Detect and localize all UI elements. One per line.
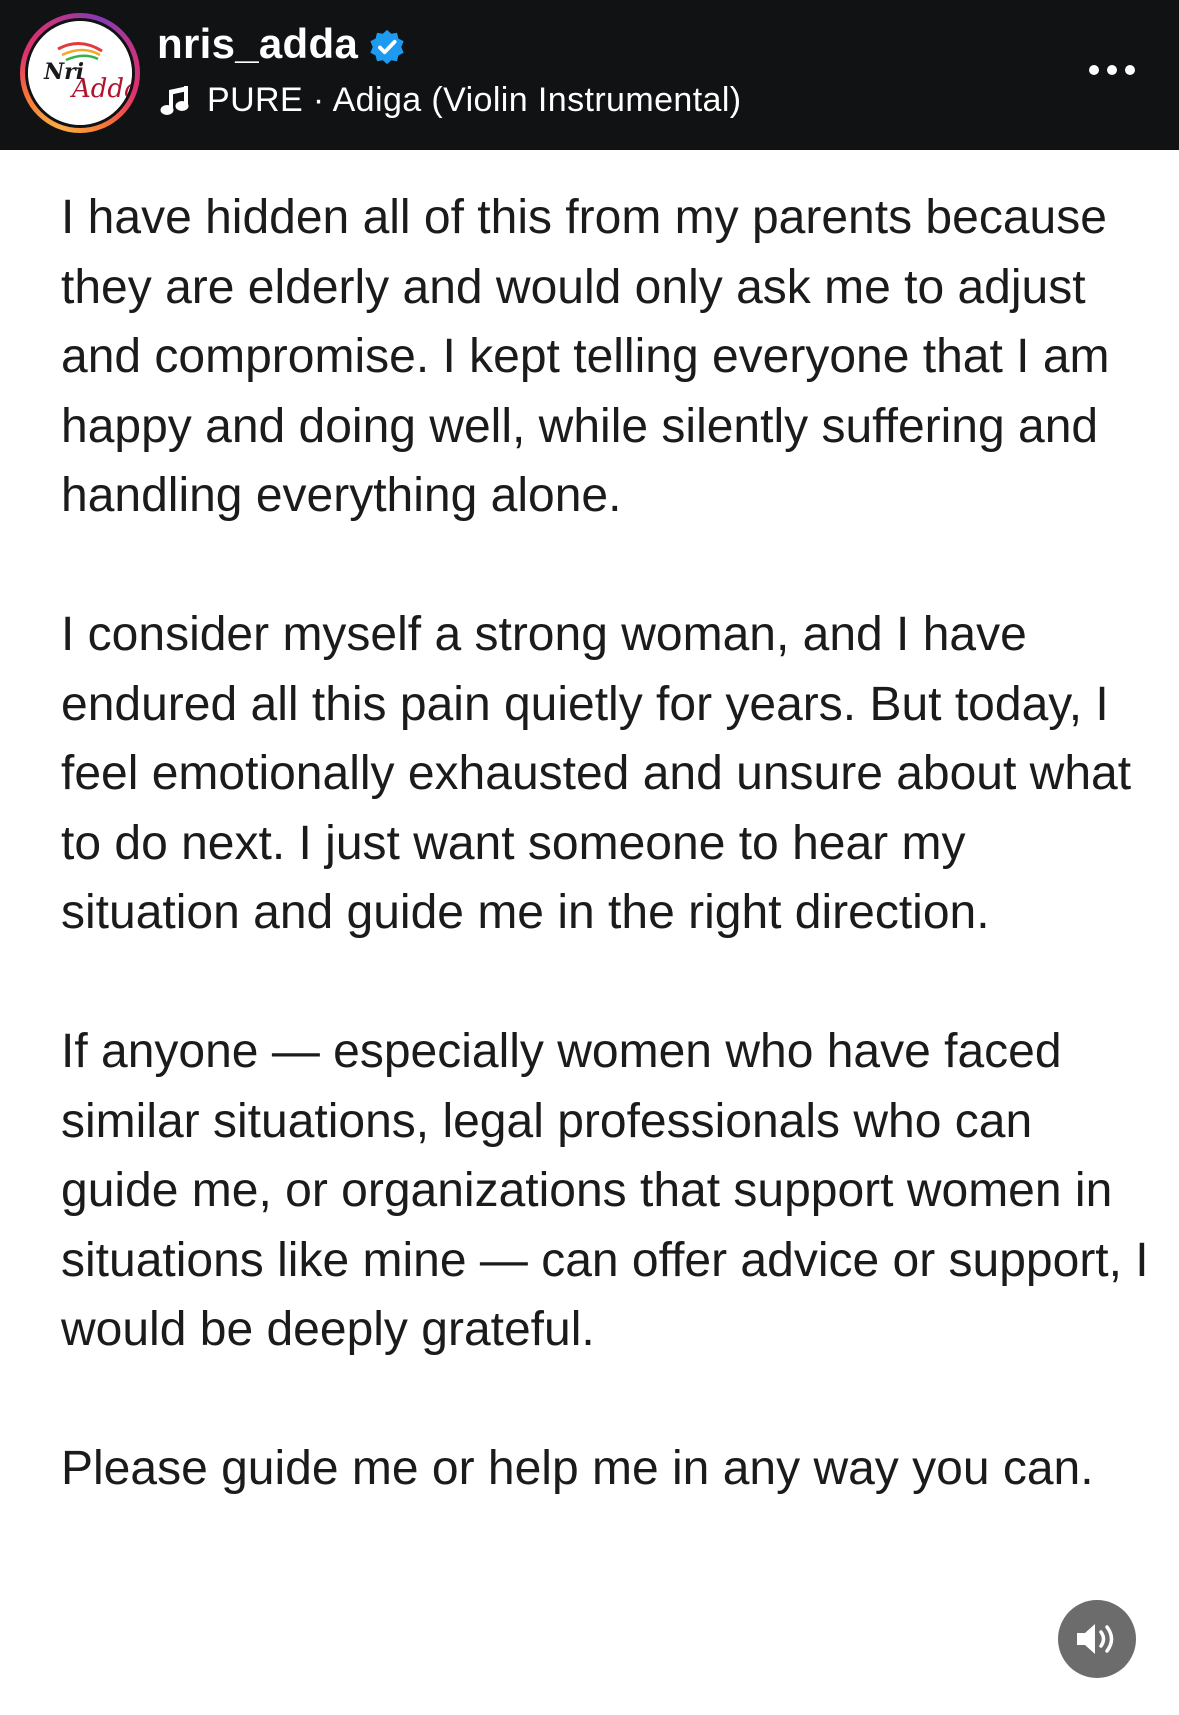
sound-toggle-button[interactable] <box>1058 1600 1136 1678</box>
speaker-icon <box>1077 1624 1114 1654</box>
music-note-icon <box>160 86 189 115</box>
more-options-icon[interactable] <box>1084 55 1140 85</box>
post-header: Nri Adda nris_adda PURE · Adiga (Violin … <box>0 0 1179 150</box>
paragraph: I consider myself a strong woman, and I … <box>61 608 1132 939</box>
paragraph: I have hidden all of this from my parent… <box>61 191 1110 522</box>
paragraph: If anyone — especially women who have fa… <box>61 1025 1149 1356</box>
story-ring[interactable]: Nri Adda <box>20 13 140 133</box>
post-text: I have hidden all of this from my parent… <box>61 183 1151 1573</box>
username[interactable]: nris_adda <box>157 18 358 70</box>
nri-adda-logo-icon: Nri Adda <box>28 21 132 125</box>
audio-track-label[interactable]: PURE · Adiga (Violin Instrumental) <box>207 78 742 122</box>
verified-badge-icon <box>370 29 404 65</box>
avatar[interactable]: Nri Adda <box>28 21 132 125</box>
svg-text:Adda: Adda <box>70 74 132 104</box>
paragraph: Please guide me or help me in any way yo… <box>61 1442 1094 1495</box>
